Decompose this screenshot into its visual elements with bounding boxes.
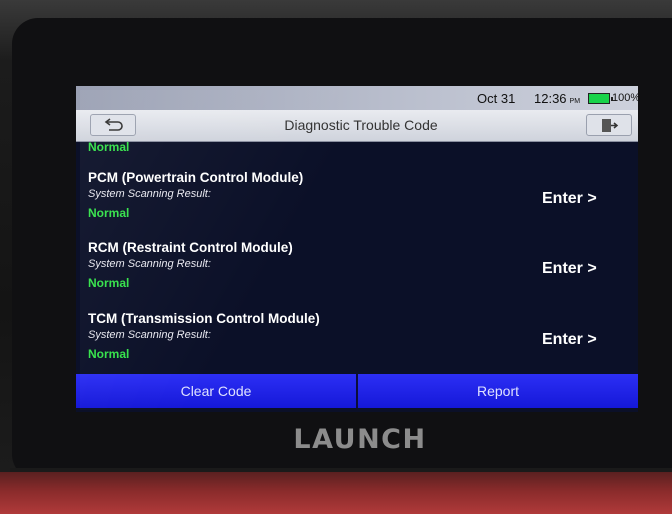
enter-button[interactable]: Enter >: [542, 260, 597, 278]
module-status: Normal: [88, 206, 130, 220]
status-ampm: PM: [569, 98, 581, 105]
battery-percent: 100%: [612, 92, 638, 104]
module-name: TCM (Transmission Control Module): [88, 311, 320, 326]
device-body: LAUNCH Oct 31 12:36 PM 100% Diagnostic Tr…: [0, 0, 672, 514]
list-item[interactable]: TCM (Transmission Control Module) System…: [76, 311, 638, 381]
module-list: Normal PCM (Powertrain Control Module) S…: [76, 140, 638, 372]
enter-button[interactable]: Enter >: [542, 190, 597, 208]
screen: Oct 31 12:36 PM 100% Diagnostic Trouble C…: [76, 86, 638, 412]
module-name: PCM (Powertrain Control Module): [88, 170, 304, 185]
report-button[interactable]: Report: [356, 374, 638, 408]
module-scan-label: System Scanning Result:: [88, 258, 211, 270]
status-time-value: 12:36: [534, 91, 567, 106]
partial-item-status: Normal: [88, 140, 130, 154]
status-date: Oct 31: [477, 91, 516, 106]
module-status: Normal: [88, 347, 130, 361]
list-item[interactable]: RCM (Restraint Control Module) System Sc…: [76, 240, 638, 310]
back-arrow-icon: [104, 118, 123, 131]
status-time: 12:36 PM: [534, 91, 580, 106]
action-bar: Clear Code Report: [76, 374, 638, 408]
title-bar: Diagnostic Trouble Code: [76, 110, 638, 142]
module-status: Normal: [88, 276, 130, 290]
exit-button[interactable]: [586, 114, 632, 136]
back-button[interactable]: [90, 114, 136, 136]
list-item[interactable]: PCM (Powertrain Control Module) System S…: [76, 170, 638, 240]
status-bar: Oct 31 12:36 PM 100%: [76, 86, 638, 110]
battery-icon: [588, 93, 613, 104]
brand-logo: LAUNCH: [293, 424, 427, 455]
device-rubber-bumper: [0, 472, 672, 514]
module-scan-label: System Scanning Result:: [88, 188, 211, 200]
exit-icon: [602, 119, 619, 132]
enter-button[interactable]: Enter >: [542, 331, 597, 349]
module-name: RCM (Restraint Control Module): [88, 240, 293, 255]
page-title: Diagnostic Trouble Code: [284, 117, 438, 133]
module-scan-label: System Scanning Result:: [88, 329, 211, 341]
clear-code-button[interactable]: Clear Code: [76, 374, 356, 408]
